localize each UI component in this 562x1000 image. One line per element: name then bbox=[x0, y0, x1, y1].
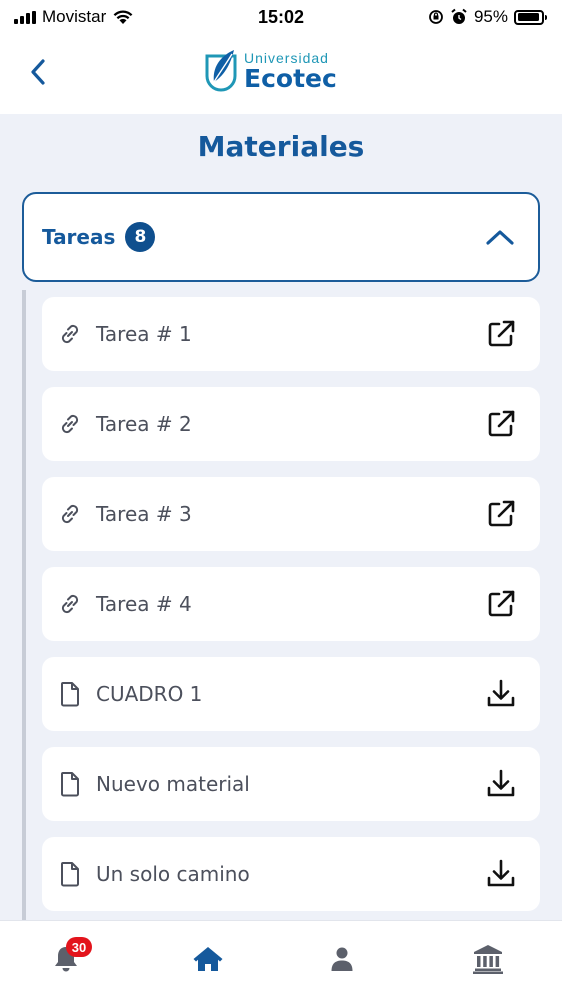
back-button[interactable] bbox=[22, 54, 54, 90]
link-icon bbox=[56, 320, 84, 348]
list-item[interactable]: Tarea # 2 bbox=[42, 387, 540, 461]
accordion-title: Tareas bbox=[42, 225, 116, 249]
list-item[interactable]: Tarea # 4 bbox=[42, 567, 540, 641]
page-title: Materiales bbox=[197, 130, 365, 163]
file-icon bbox=[56, 680, 84, 708]
list-item-label: Un solo camino bbox=[96, 862, 250, 886]
chevron-left-icon bbox=[31, 59, 45, 85]
list-item[interactable]: Tarea # 3 bbox=[42, 477, 540, 551]
list-item-label: Tarea # 4 bbox=[96, 592, 192, 616]
list-item-label: Tarea # 3 bbox=[96, 502, 192, 526]
external-link-icon[interactable] bbox=[484, 317, 518, 351]
bottom-navigation: 30 bbox=[0, 920, 562, 1000]
logo-subtitle: Universidad bbox=[244, 50, 329, 66]
link-icon bbox=[56, 410, 84, 438]
nav-profile[interactable] bbox=[322, 939, 362, 979]
user-icon bbox=[331, 947, 353, 971]
status-bar: Movistar 15:02 95% bbox=[0, 0, 562, 34]
list-item[interactable]: Tarea # 1 bbox=[42, 297, 540, 371]
battery-level bbox=[517, 13, 540, 21]
list-item[interactable]: Nuevo material bbox=[42, 747, 540, 821]
notifications-badge: 30 bbox=[66, 937, 92, 957]
home-icon bbox=[193, 947, 223, 971]
count-badge: 8 bbox=[125, 222, 156, 252]
logo-shield-icon bbox=[205, 50, 237, 92]
download-icon[interactable] bbox=[484, 677, 518, 711]
list-item[interactable]: CUADRO 1 bbox=[42, 657, 540, 731]
download-icon[interactable] bbox=[484, 857, 518, 891]
nav-home[interactable] bbox=[188, 939, 228, 979]
nav-institution[interactable] bbox=[468, 939, 508, 979]
accordion-tareas-header[interactable]: Tareas 8 bbox=[22, 192, 540, 282]
battery-icon bbox=[514, 9, 547, 25]
download-icon[interactable] bbox=[484, 767, 518, 801]
file-icon bbox=[56, 860, 84, 888]
chevron-up-icon[interactable] bbox=[484, 225, 516, 249]
carrier-name: Movistar bbox=[42, 7, 107, 26]
nav-notifications[interactable]: 30 bbox=[46, 937, 92, 979]
list-item-label: Tarea # 2 bbox=[96, 412, 192, 436]
university-logo: Universidad Ecotec bbox=[204, 48, 337, 94]
external-link-icon[interactable] bbox=[484, 407, 518, 441]
battery-percent: 95% bbox=[473, 7, 508, 26]
list-rail bbox=[22, 290, 26, 920]
app-header: Universidad Ecotec bbox=[0, 34, 562, 114]
alarm-icon bbox=[451, 8, 467, 24]
logo-title: Ecotec bbox=[244, 64, 337, 93]
link-icon bbox=[56, 590, 84, 618]
list-item-label: Tarea # 1 bbox=[96, 322, 192, 346]
external-link-icon[interactable] bbox=[484, 497, 518, 531]
file-icon bbox=[56, 770, 84, 798]
signal-icon bbox=[14, 10, 36, 24]
link-icon bbox=[56, 500, 84, 528]
external-link-icon[interactable] bbox=[484, 587, 518, 621]
institution-icon bbox=[473, 945, 503, 974]
orientation-lock-icon bbox=[429, 10, 443, 24]
wifi-icon bbox=[113, 10, 133, 24]
status-bar-right: 95% bbox=[428, 7, 547, 27]
materials-list: Tarea # 1 Tarea # 2 Tarea # 3 Tarea # 4 CUAD… bbox=[42, 297, 540, 927]
status-bar-left: Movistar bbox=[14, 7, 134, 27]
list-item[interactable]: Un solo camino bbox=[42, 837, 540, 911]
list-item-label: CUADRO 1 bbox=[96, 682, 203, 706]
list-item-label: Nuevo material bbox=[96, 772, 250, 796]
